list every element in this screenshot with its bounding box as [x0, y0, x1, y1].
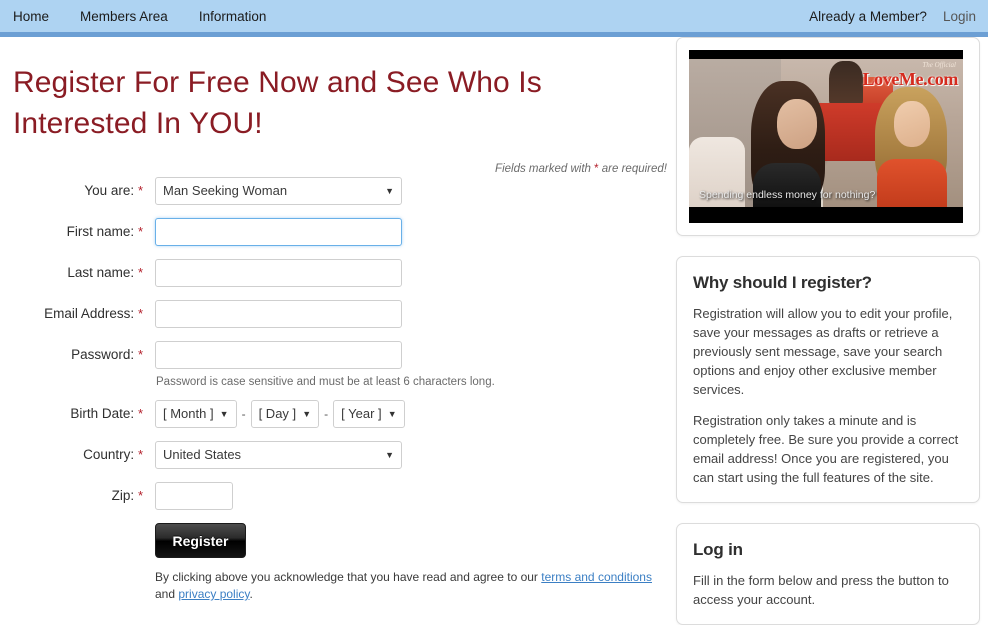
you-are-select-value: Man Seeking Woman: [163, 183, 288, 198]
page-title: Register For Free Now and See Who Is Int…: [13, 66, 542, 140]
password-help-text: Password is case sensitive and must be a…: [156, 376, 495, 388]
label-password: Password: *: [0, 341, 155, 369]
required-asterisk: *: [137, 447, 143, 462]
label-last-name-text: Last name:: [67, 265, 135, 280]
log-in-paragraph-1: Fill in the form below and press the but…: [693, 573, 949, 607]
terms-text-after: .: [249, 587, 253, 601]
field-row-email: Email Address: *: [0, 300, 672, 328]
loveme-logo-wordmark: LoveMe.com: [862, 69, 959, 89]
field-row-birth-date: Birth Date: * [ Month ] ▼ - [ Day ] ▼ -: [0, 400, 672, 428]
required-fields-note: Fields marked with * are required!: [495, 163, 667, 175]
zip-input[interactable]: [155, 482, 233, 510]
required-asterisk: *: [137, 265, 143, 280]
birth-year-select[interactable]: [ Year ] ▼: [333, 400, 405, 428]
nav-right-group: Already a Member? Login: [809, 0, 976, 32]
chevron-down-icon: ▼: [302, 409, 312, 419]
country-select[interactable]: United States ▼: [155, 441, 402, 469]
label-birth-date: Birth Date: *: [0, 400, 155, 428]
field-row-password: Password: *: [0, 341, 672, 369]
field-row-last-name: Last name: *: [0, 259, 672, 287]
label-country: Country: *: [0, 441, 155, 469]
registration-form: You are: * Man Seeking Woman ▼ First nam…: [0, 177, 672, 603]
required-asterisk: *: [137, 224, 143, 239]
terms-text-before: By clicking above you acknowledge that y…: [155, 570, 542, 584]
label-first-name-text: First name:: [66, 224, 135, 239]
chevron-down-icon: ▼: [385, 450, 394, 460]
birth-day-value: [ Day ]: [258, 406, 297, 421]
why-register-paragraph-1: Registration will allow you to edit your…: [693, 306, 953, 397]
last-name-input[interactable]: [155, 259, 402, 287]
label-password-text: Password:: [71, 347, 135, 362]
loveme-logo: The Official LoveMe.com: [862, 61, 959, 89]
video-subtitle-caption: Spending endless money for nothing?: [699, 189, 876, 201]
label-first-name: First name: *: [0, 218, 155, 246]
field-row-first-name: First name: *: [0, 218, 672, 246]
why-register-paragraph-2: Registration only takes a minute and is …: [693, 413, 959, 485]
promo-video-player[interactable]: The Official LoveMe.com Spending endless…: [689, 50, 963, 223]
label-zip: Zip: *: [0, 482, 155, 510]
login-link[interactable]: Login: [943, 9, 976, 24]
required-asterisk: *: [137, 406, 143, 421]
birth-date-separator-2: -: [324, 407, 329, 421]
video-scene-blonde-face: [894, 101, 930, 147]
video-scene-brunette-face: [777, 99, 817, 149]
nav-item-home[interactable]: Home: [13, 9, 49, 24]
label-email-text: Email Address:: [44, 306, 135, 321]
birth-date-separator-1: -: [241, 407, 246, 421]
video-letterbox-bottom: [689, 207, 963, 223]
field-row-country: Country: * United States ▼: [0, 441, 672, 469]
nav-item-information[interactable]: Information: [199, 9, 267, 24]
birth-year-value: [ Year ]: [341, 406, 382, 421]
country-select-value: United States: [163, 447, 242, 462]
first-name-input[interactable]: [155, 218, 402, 246]
label-birth-date-text: Birth Date:: [70, 406, 135, 421]
you-are-select[interactable]: Man Seeking Woman ▼: [155, 177, 402, 205]
chevron-down-icon: ▼: [219, 409, 229, 419]
email-input[interactable]: [155, 300, 402, 328]
birth-date-group: [ Month ] ▼ - [ Day ] ▼ - [ Year ] ▼: [155, 400, 405, 428]
register-button[interactable]: Register: [155, 523, 246, 558]
sidebar-column: The Official LoveMe.com Spending endless…: [676, 37, 980, 625]
field-row-you-are: You are: * Man Seeking Woman ▼: [0, 177, 672, 205]
required-note-prefix: Fields marked with: [495, 163, 595, 175]
log-in-card: Log in Fill in the form below and press …: [676, 523, 980, 625]
already-a-member-label: Already a Member?: [809, 8, 927, 24]
video-scene-blonde-dress: [877, 159, 947, 207]
label-zip-text: Zip:: [111, 488, 135, 503]
password-input[interactable]: [155, 341, 402, 369]
chevron-down-icon: ▼: [387, 409, 397, 419]
nav-item-members-area[interactable]: Members Area: [80, 9, 168, 24]
birth-day-select[interactable]: [ Day ] ▼: [250, 400, 320, 428]
terms-text-middle: and: [155, 587, 179, 601]
video-letterbox-top: [689, 50, 963, 59]
required-asterisk: *: [137, 488, 143, 503]
promo-video-card: The Official LoveMe.com Spending endless…: [676, 37, 980, 236]
required-note-suffix: are required!: [598, 163, 667, 175]
registration-column: Register For Free Now and See Who Is Int…: [0, 37, 672, 601]
birth-month-value: [ Month ]: [163, 406, 214, 421]
why-register-card: Why should I register? Registration will…: [676, 256, 980, 503]
chevron-down-icon: ▼: [385, 186, 394, 196]
video-scene-background-figure: [829, 61, 863, 105]
submit-row: Register: [155, 523, 672, 558]
log-in-title: Log in: [693, 540, 743, 559]
privacy-policy-link[interactable]: privacy policy: [178, 587, 249, 601]
required-asterisk: *: [137, 347, 143, 362]
label-email: Email Address: *: [0, 300, 155, 328]
label-you-are-text: You are:: [84, 183, 135, 198]
label-last-name: Last name: *: [0, 259, 155, 287]
label-country-text: Country:: [83, 447, 135, 462]
birth-month-select[interactable]: [ Month ] ▼: [155, 400, 237, 428]
required-asterisk: *: [137, 183, 143, 198]
top-navigation-bar: Home Members Area Information Already a …: [0, 0, 988, 32]
why-register-title: Why should I register?: [693, 273, 872, 292]
terms-disclaimer: By clicking above you acknowledge that y…: [155, 569, 667, 603]
label-you-are: You are: *: [0, 177, 155, 205]
nav-left-group: Home Members Area Information: [13, 9, 297, 24]
required-asterisk: *: [137, 306, 143, 321]
loveme-logo-tagline: The Official: [922, 61, 956, 69]
page-body: Register For Free Now and See Who Is Int…: [0, 37, 988, 625]
terms-and-conditions-link[interactable]: terms and conditions: [541, 570, 652, 584]
field-row-zip: Zip: *: [0, 482, 672, 510]
